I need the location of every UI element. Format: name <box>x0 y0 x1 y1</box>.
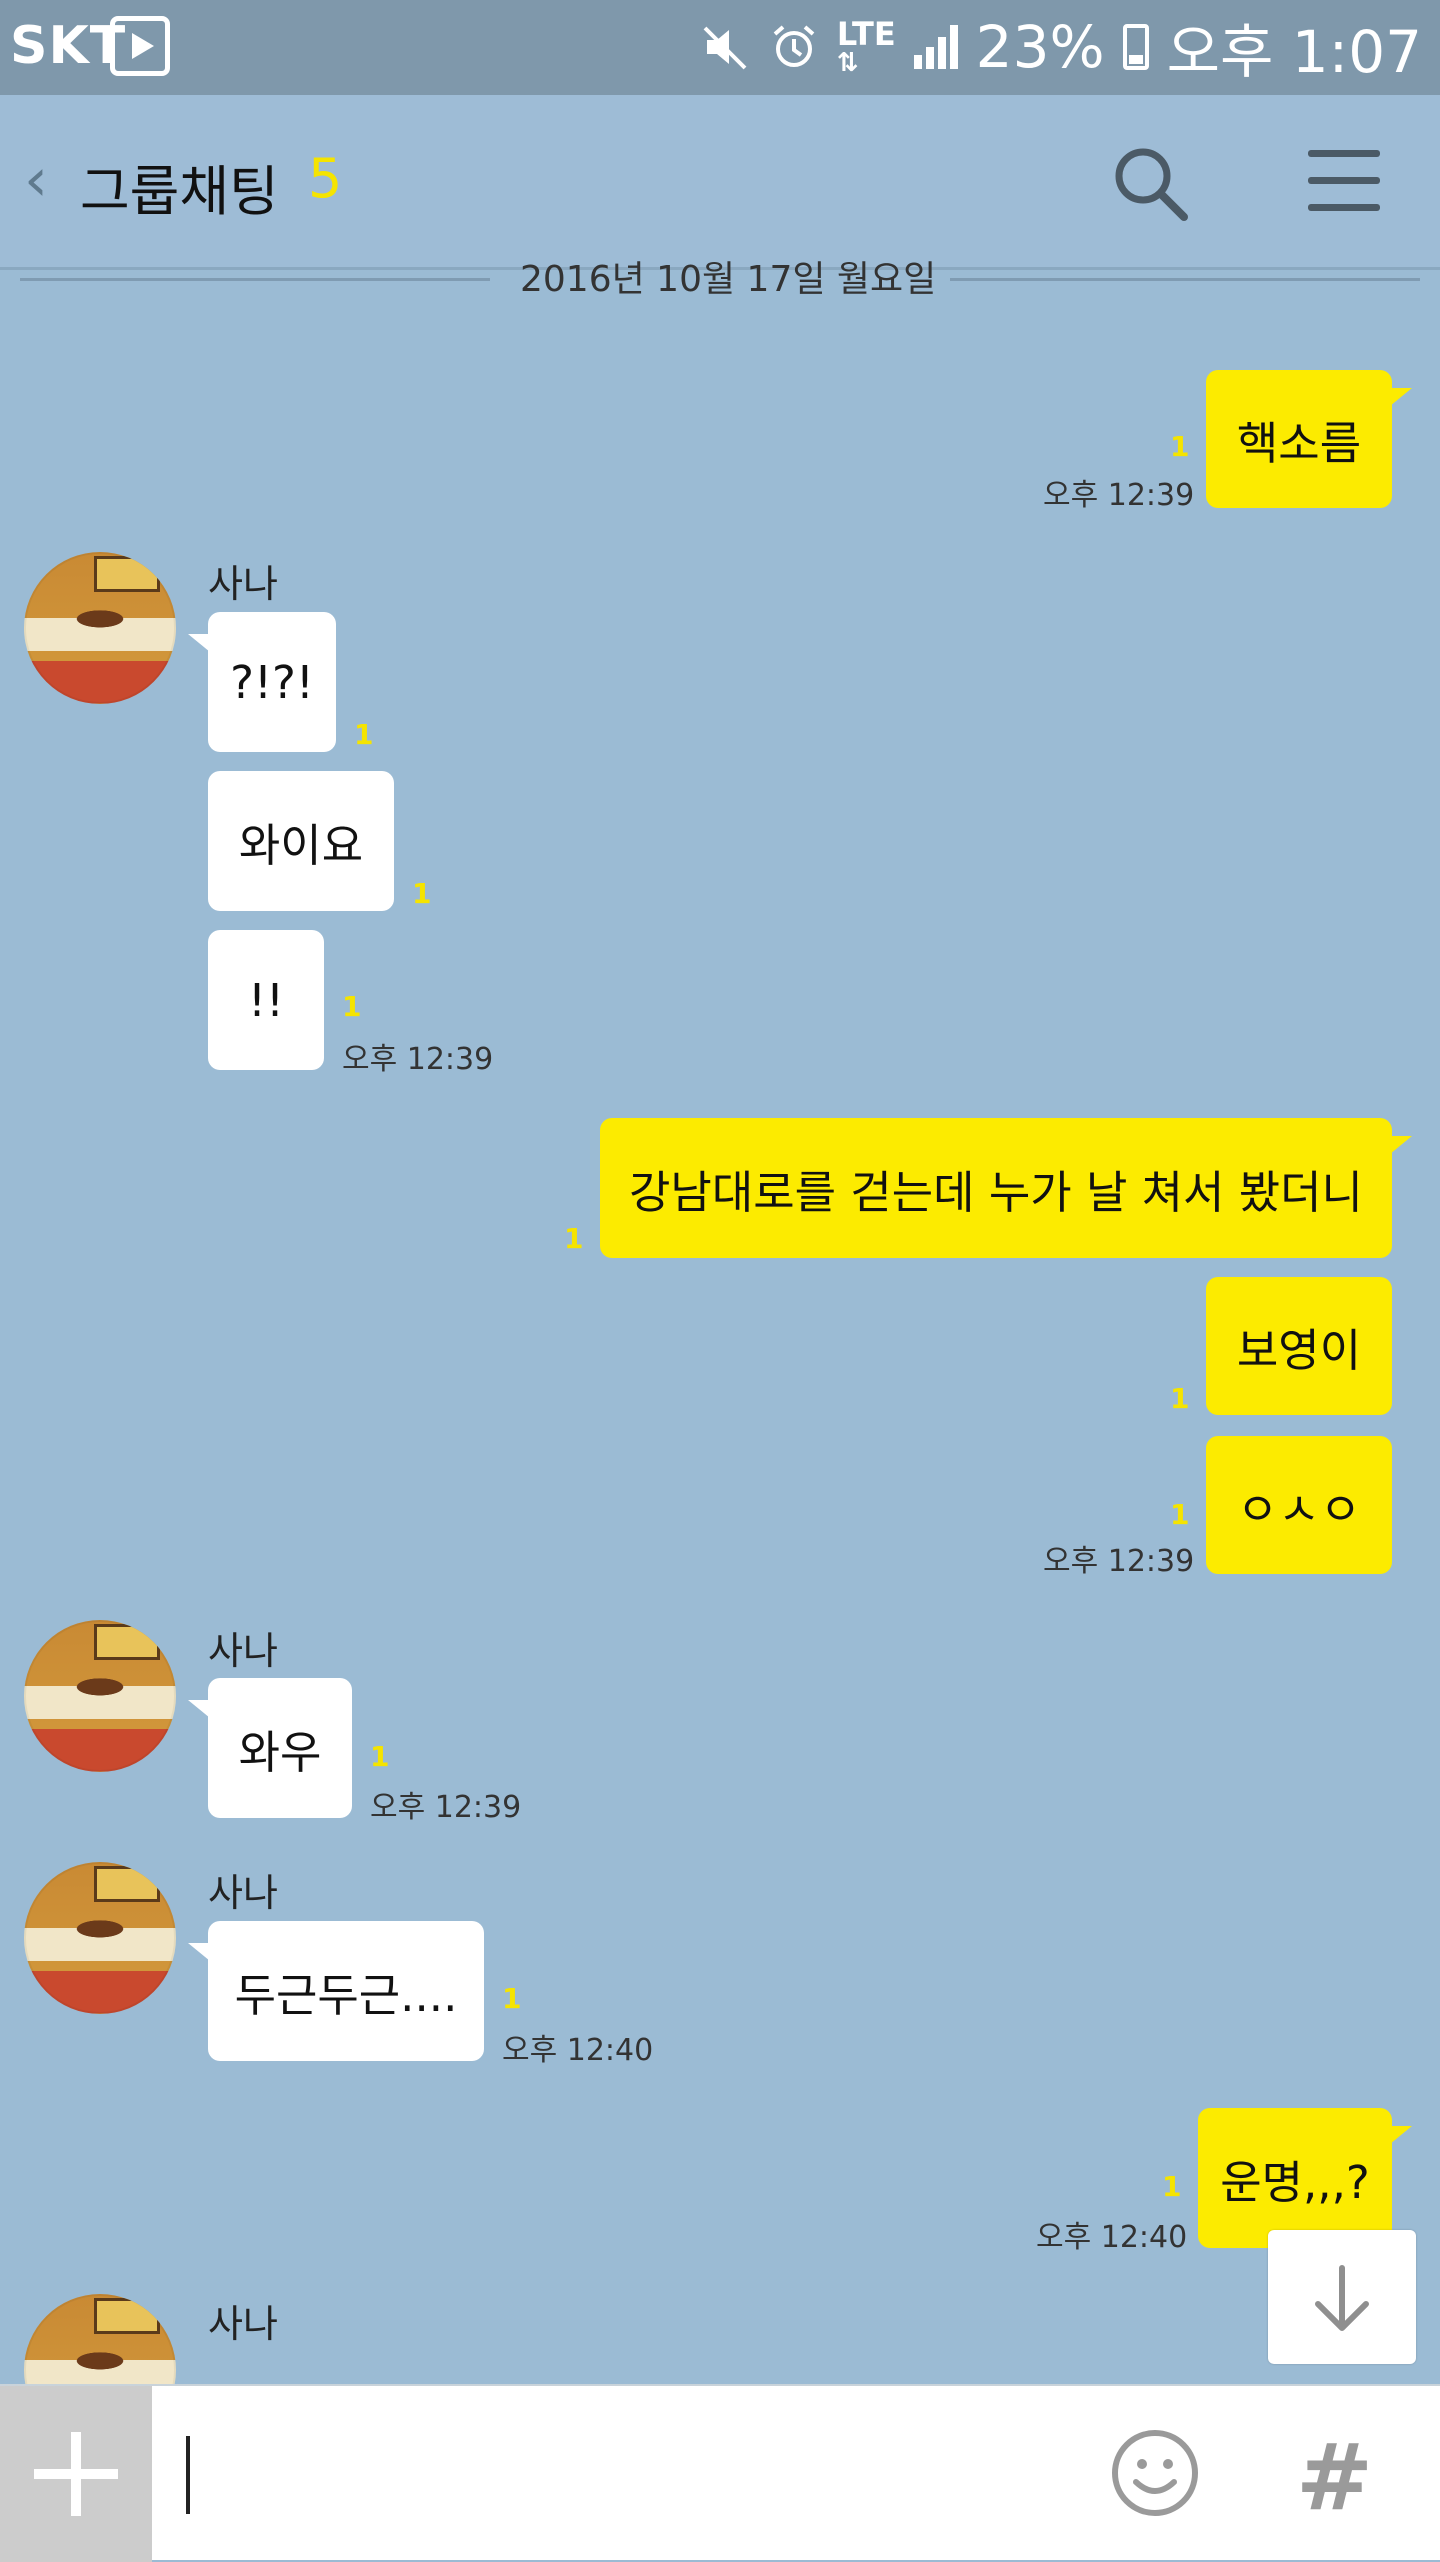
unread-count: 1 <box>1162 2170 1182 2203</box>
sender-name: 사나 <box>208 2302 278 2346</box>
message-time: 오후 12:39 <box>1043 478 1195 513</box>
unread-count: 1 <box>502 1982 522 2015</box>
date-divider: 2016년 10월 17일 월요일 <box>20 250 1420 300</box>
sender-name: 사나 <box>208 1629 278 1673</box>
mute-icon <box>703 26 747 70</box>
unread-count: 1 <box>412 877 432 910</box>
message-text: ?!?! <box>230 655 314 709</box>
unread-count: 1 <box>1170 1498 1190 1531</box>
message-time: 오후 12:39 <box>342 1042 494 1077</box>
my-message-bubble[interactable]: 보영이 <box>1206 1277 1392 1415</box>
message-input[interactable] <box>170 2416 1074 2528</box>
my-message-bubble[interactable]: 핵소름 <box>1206 370 1412 508</box>
message-text: 와우 <box>238 1725 322 1779</box>
unread-count: 1 <box>342 990 362 1023</box>
message-text: 보영이 <box>1236 1323 1362 1377</box>
my-message-bubble[interactable]: ㅇㅅㅇ <box>1206 1436 1392 1574</box>
avatar[interactable] <box>24 552 176 704</box>
lte-icon: LTE ⇅ <box>836 15 896 78</box>
network-label: LTE <box>836 15 896 53</box>
member-count: 5 <box>308 147 343 210</box>
message-text: ㅇㅅㅇ <box>1236 1482 1362 1536</box>
signal-icon <box>913 25 958 69</box>
their-message-bubble[interactable]: ?!?! <box>188 612 336 752</box>
avatar[interactable] <box>24 1862 176 2014</box>
hash-icon[interactable]: # <box>1296 2424 1373 2531</box>
menu-icon[interactable] <box>1308 150 1380 214</box>
scroll-to-bottom-button[interactable] <box>1268 2230 1416 2364</box>
message-time: 오후 12:39 <box>370 1790 522 1825</box>
unread-count: 1 <box>1170 1382 1190 1415</box>
message-time: 오후 12:40 <box>1036 2220 1188 2255</box>
avatar[interactable] <box>24 1620 176 1772</box>
their-message-bubble[interactable]: 두근두근.... <box>188 1921 484 2061</box>
message-time: 오후 12:40 <box>502 2033 654 2068</box>
arrow-down-icon <box>1315 2265 1369 2331</box>
text-cursor <box>186 2436 190 2514</box>
clock: 오후 1:07 <box>1166 18 1422 86</box>
date-label: 2016년 10월 17일 월요일 <box>520 259 937 300</box>
their-message-bubble[interactable]: !! <box>208 930 324 1070</box>
chat-header: ‹ 그룹채팅 5 <box>0 95 1440 270</box>
status-bar: SKT LTE ⇅ 23% 오후 1:07 <box>0 0 1440 95</box>
message-text: 두근두근.... <box>234 1968 458 2022</box>
back-icon[interactable]: ‹ <box>24 145 48 215</box>
message-text: 와이요 <box>238 818 364 872</box>
alarm-icon <box>773 25 815 67</box>
battery-percent: 23% <box>975 13 1105 81</box>
message-text: 핵소름 <box>1236 416 1362 470</box>
carrier-label: SKT <box>10 16 127 76</box>
sender-name: 사나 <box>208 562 278 606</box>
unread-count: 1 <box>370 1740 390 1773</box>
my-message-bubble[interactable]: 강남대로를 걷는데 누가 날 쳐서 봤더니 <box>600 1118 1412 1258</box>
their-message-bubble[interactable]: 와우 <box>188 1678 352 1818</box>
unread-count: 1 <box>354 718 374 751</box>
battery-icon <box>1122 24 1149 70</box>
unread-count: 1 <box>564 1222 584 1255</box>
message-text: !! <box>247 973 285 1027</box>
search-icon[interactable] <box>1110 143 1190 223</box>
my-message-bubble[interactable]: 운명,,,? <box>1198 2108 1412 2248</box>
sender-name: 사나 <box>208 1871 278 1915</box>
unread-count: 1 <box>1170 430 1190 463</box>
message-text: 강남대로를 걷는데 누가 날 쳐서 봤더니 <box>629 1165 1363 1219</box>
their-message-bubble[interactable]: 와이요 <box>208 771 394 911</box>
play-icon <box>110 16 170 76</box>
message-time: 오후 12:39 <box>1043 1544 1195 1579</box>
emoji-icon[interactable] <box>1110 2428 1200 2518</box>
message-text: 운명,,,? <box>1220 2155 1370 2209</box>
chat-title: 그룹채팅 <box>80 160 279 223</box>
message-input-bar: # <box>0 2384 1440 2562</box>
plus-icon[interactable] <box>0 2386 152 2562</box>
